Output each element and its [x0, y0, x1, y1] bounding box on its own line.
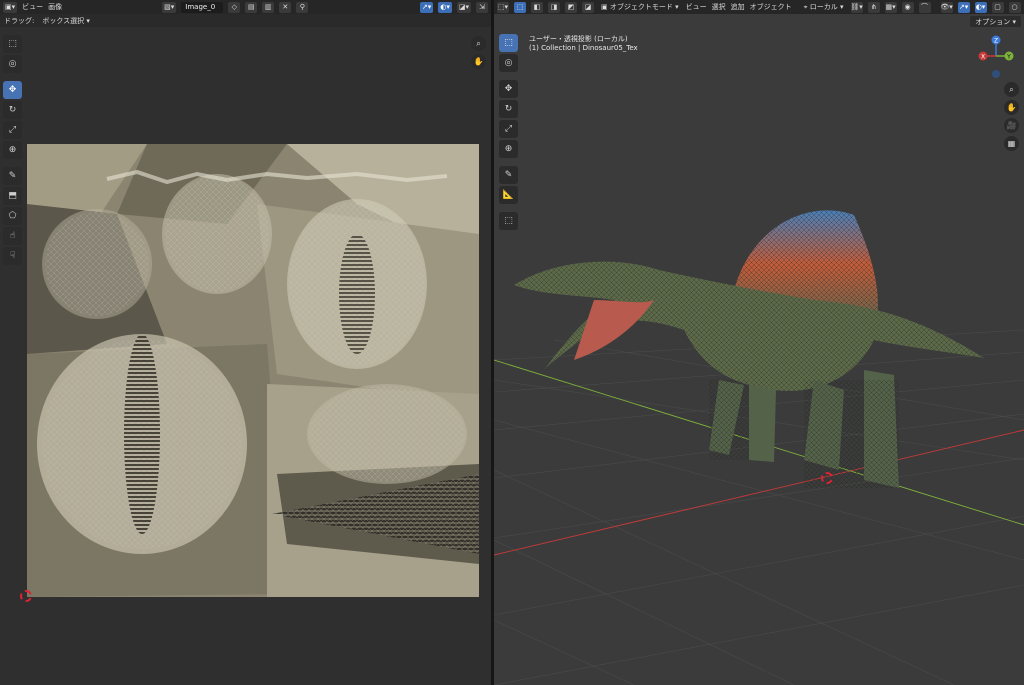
perspective-grid-icon[interactable]: ▦: [1004, 136, 1019, 151]
move-tool-icon[interactable]: ✥: [499, 80, 518, 98]
overlay-toggle-icon[interactable]: ◐▾: [438, 1, 452, 13]
mode-dropdown[interactable]: ▣ オブジェクトモード ▾: [599, 2, 681, 13]
drag-label: ドラッグ:: [4, 16, 35, 25]
uv-nav-gizmo: ⌕ ✋: [471, 36, 486, 69]
transform-tool-icon[interactable]: ⊕: [499, 140, 518, 158]
menu-view[interactable]: ビュー: [686, 2, 707, 12]
scale-tool-icon[interactable]: ⤢: [3, 121, 22, 139]
drag-mode-dropdown[interactable]: ボックス選択 ▾: [40, 15, 92, 26]
pan-hand-icon[interactable]: ✋: [1004, 100, 1019, 115]
select-box-mode-icon[interactable]: ⬚: [514, 1, 526, 13]
menu-view[interactable]: ビュー: [22, 2, 43, 12]
fake-user-shield-icon[interactable]: ◇: [228, 1, 241, 13]
collection-info: (1) Collection | Dinosaur05_Tex: [529, 44, 638, 52]
uv-image-canvas[interactable]: [27, 144, 479, 597]
editor-type-icon[interactable]: ⬚▾: [497, 1, 509, 13]
editor-type-icon[interactable]: ▣▾: [3, 1, 18, 13]
uv-2d-cursor[interactable]: [20, 590, 32, 602]
menu-object[interactable]: オブジェクト: [750, 2, 792, 12]
zoom-icon[interactable]: ⌕: [471, 36, 486, 51]
proportional-edit-icon[interactable]: ◉: [901, 1, 914, 13]
transform-tool-icon[interactable]: ⊕: [3, 141, 22, 159]
open-image-icon[interactable]: ▥: [262, 1, 275, 13]
grab-tool-icon[interactable]: ⬠: [3, 207, 22, 225]
image-browse-icon[interactable]: ▧▾: [162, 1, 177, 13]
menu-select[interactable]: 選択: [712, 2, 726, 12]
viewport-nav-buttons: ⌕ ✋ 🎥 ▦: [1004, 82, 1019, 151]
select-extend-icon[interactable]: ◧: [531, 1, 543, 13]
gizmo-toggle-icon[interactable]: ↗▾: [957, 1, 970, 13]
measure-tool-icon[interactable]: 📐: [499, 186, 518, 204]
relax-tool-icon[interactable]: ☝: [3, 227, 22, 245]
pinch-tool-icon[interactable]: ☟: [3, 247, 22, 265]
scale-tool-icon[interactable]: ⤢: [499, 120, 518, 138]
menu-add[interactable]: 追加: [731, 2, 745, 12]
scroll-arrow-icon[interactable]: ⇲: [476, 1, 488, 13]
cursor-tool-icon[interactable]: ◎: [3, 55, 22, 73]
gizmo-toggle-icon[interactable]: ↗▾: [419, 1, 434, 13]
add-cube-tool-icon[interactable]: ⬚: [499, 212, 518, 230]
overlay-toggle-icon[interactable]: ◐▾: [974, 1, 987, 13]
shading-wire-icon[interactable]: ○: [1008, 1, 1021, 13]
select-intersect-icon[interactable]: ◪: [582, 1, 594, 13]
3d-cursor[interactable]: [821, 472, 833, 484]
uv-tool-settings: ドラッグ: ボックス選択 ▾: [0, 14, 491, 27]
viewport-toolbar: ⬚ ◎ ✥ ↻ ⤢ ⊕ ✎ 📐 ⬚: [499, 34, 518, 230]
select-tool-icon[interactable]: ⬚: [3, 35, 22, 53]
uv-toolbar: ⬚ ◎ ✥ ↻ ⤢ ⊕ ✎ ⬒ ⬠ ☝ ☟: [3, 35, 22, 265]
rotate-tool-icon[interactable]: ↻: [499, 100, 518, 118]
viewport-canvas[interactable]: [494, 0, 1024, 685]
gizmo-x-label: X: [981, 54, 985, 61]
visibility-icon[interactable]: 👁▾: [940, 1, 953, 13]
view-name: ユーザー・透視投影 (ローカル): [529, 35, 628, 43]
annotate-tool-icon[interactable]: ✎: [499, 166, 518, 184]
menu-image[interactable]: 画像: [48, 2, 62, 12]
viewport-pane: ⬚▾ ⬚ ◧ ◨ ◩ ◪ ▣ オブジェクトモード ▾ ビュー 選択 追加 オブジ…: [494, 0, 1024, 685]
cursor-tool-icon[interactable]: ◎: [499, 54, 518, 72]
uv-editor-header: ▣▾ ビュー 画像 ▧▾ Image_0 ◇ ▤ ▥ ✕ ⚲ ↗▾ ◐▾ ◪▾ …: [0, 0, 491, 14]
viewport-header: ⬚▾ ⬚ ◧ ◨ ◩ ◪ ▣ オブジェクトモード ▾ ビュー 選択 追加 オブジ…: [494, 0, 1024, 14]
dinosaur-model: [514, 210, 984, 488]
rip-region-tool-icon[interactable]: ⬒: [3, 187, 22, 205]
snap-icon[interactable]: ⋔: [867, 1, 880, 13]
snap-target-icon[interactable]: ▦▾: [884, 1, 897, 13]
xray-icon[interactable]: ▢: [991, 1, 1004, 13]
zoom-icon[interactable]: ⌕: [1004, 82, 1019, 97]
falloff-icon[interactable]: ⌒: [918, 1, 931, 13]
select-subtract-icon[interactable]: ◨: [548, 1, 560, 13]
rotate-tool-icon[interactable]: ↻: [3, 101, 22, 119]
image-name-field[interactable]: Image_0: [181, 1, 224, 13]
close-icon[interactable]: ✕: [279, 1, 292, 13]
select-invert-icon[interactable]: ◩: [565, 1, 577, 13]
gizmo-y-label: Y: [1006, 54, 1011, 61]
gizmo-z-label: Z: [994, 38, 998, 45]
pivot-icon[interactable]: ⛓▾: [850, 1, 863, 13]
display-channels-icon[interactable]: ◪▾: [456, 1, 471, 13]
uv-editor-pane: ▣▾ ビュー 画像 ▧▾ Image_0 ◇ ▤ ▥ ✕ ⚲ ↗▾ ◐▾ ◪▾ …: [0, 0, 491, 685]
annotate-tool-icon[interactable]: ✎: [3, 167, 22, 185]
pan-hand-icon[interactable]: ✋: [471, 54, 486, 69]
options-dropdown[interactable]: オプション ▾: [970, 16, 1021, 27]
select-tool-icon[interactable]: ⬚: [499, 34, 518, 52]
new-image-icon[interactable]: ▤: [245, 1, 258, 13]
pin-icon[interactable]: ⚲: [296, 1, 309, 13]
orientation-dropdown[interactable]: ⌖ ローカル ▾: [802, 2, 846, 13]
camera-icon[interactable]: 🎥: [1004, 118, 1019, 133]
navigation-gizmo[interactable]: Z Y X: [974, 34, 1022, 80]
move-tool-icon[interactable]: ✥: [3, 81, 22, 99]
